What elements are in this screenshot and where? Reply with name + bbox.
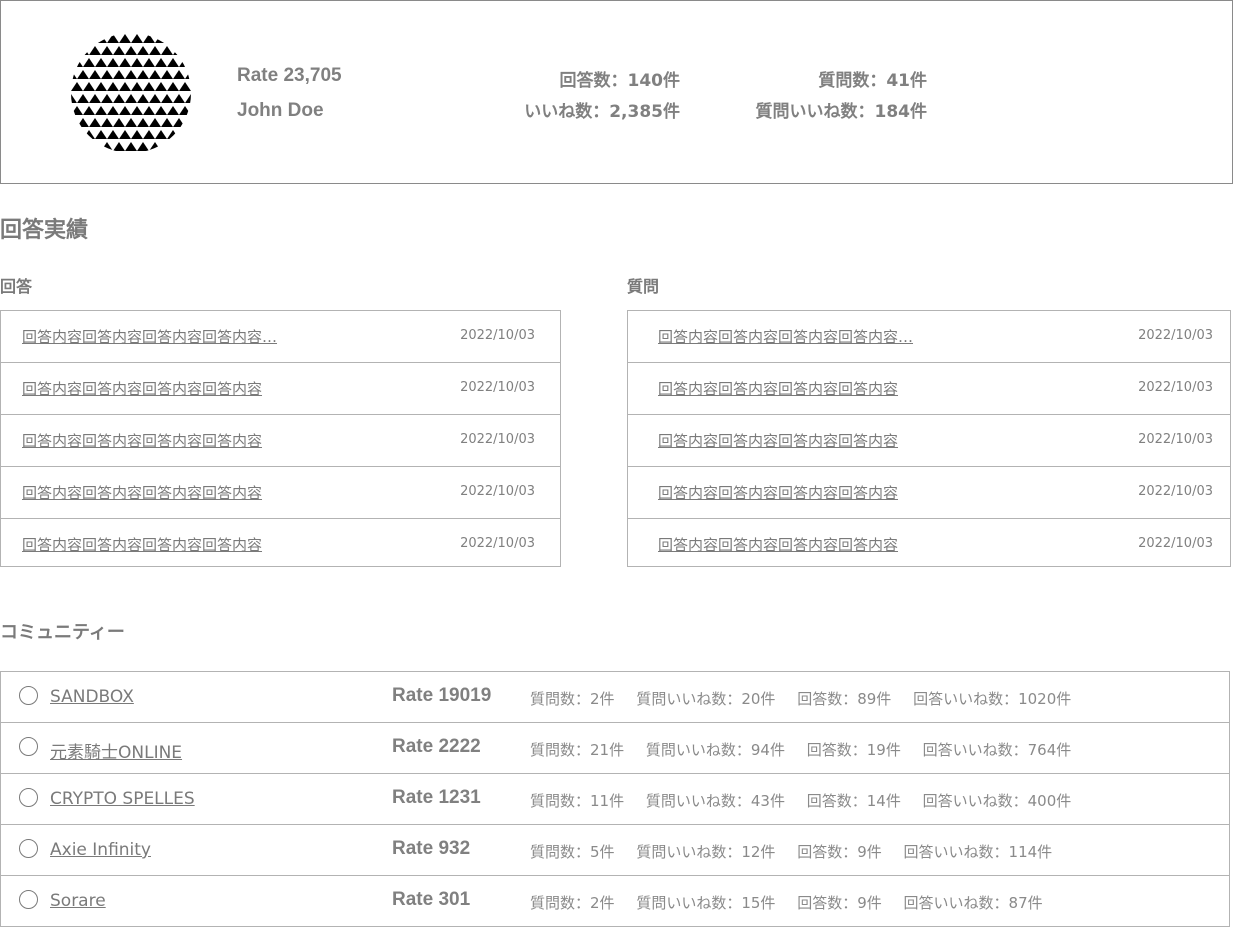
community-rate: Rate 19019 [392, 685, 492, 706]
community-stats: 質問数：2件 質問いいね数：15件 回答数：9件 回答いいね数：87件 [530, 892, 1060, 913]
radio-button[interactable] [19, 788, 38, 807]
community-row: Axie Infinity Rate 932 質問数：5件 質問いいね数：12件… [1, 825, 1229, 876]
questions-list: 回答内容回答内容回答内容回答内容… 2022/10/03 回答内容回答内容回答内… [627, 310, 1231, 567]
community-question-like-count: 質問いいね数：43件 [645, 792, 785, 810]
answer-link[interactable]: 回答内容回答内容回答内容回答内容 [22, 378, 262, 399]
community-rate: Rate 932 [392, 838, 471, 859]
question-date: 2022/10/03 [1138, 380, 1213, 395]
community-question-count: 質問数：11件 [530, 792, 625, 810]
answer-date: 2022/10/03 [460, 432, 535, 447]
list-item: 回答内容回答内容回答内容回答内容 2022/10/03 [628, 519, 1230, 570]
achievements-title: 回答実績 [0, 218, 89, 243]
community-list: SANDBOX Rate 19019 質問数：2件 質問いいね数：20件 回答数… [0, 671, 1230, 927]
community-answer-count: 回答数：89件 [797, 690, 892, 708]
answer-date: 2022/10/03 [460, 484, 535, 499]
question-date: 2022/10/03 [1138, 432, 1213, 447]
radio-button[interactable] [19, 839, 38, 858]
list-item: 回答内容回答内容回答内容回答内容 2022/10/03 [628, 467, 1230, 519]
question-link[interactable]: 回答内容回答内容回答内容回答内容 [658, 378, 898, 399]
question-date: 2022/10/03 [1138, 328, 1213, 343]
answers-heading: 回答 [0, 277, 33, 296]
question-date: 2022/10/03 [1138, 536, 1213, 551]
community-row: Sorare Rate 301 質問数：2件 質問いいね数：15件 回答数：9件… [1, 876, 1229, 926]
community-answer-count: 回答数：9件 [797, 894, 882, 912]
list-item: 回答内容回答内容回答内容回答内容… 2022/10/03 [628, 311, 1230, 363]
community-stats: 質問数：11件 質問いいね数：43件 回答数：14件 回答いいね数：400件 [530, 790, 1088, 811]
community-answer-like-count: 回答いいね数：764件 [922, 741, 1072, 759]
user-rate: Rate 23,705 [237, 65, 342, 86]
answer-link[interactable]: 回答内容回答内容回答内容回答内容 [22, 482, 262, 503]
answer-date: 2022/10/03 [460, 380, 535, 395]
list-item: 回答内容回答内容回答内容回答内容 2022/10/03 [1, 415, 560, 467]
radio-button[interactable] [19, 737, 38, 756]
answer-link[interactable]: 回答内容回答内容回答内容回答内容 [22, 430, 262, 451]
community-title: コミュニティー [0, 622, 125, 643]
community-answer-like-count: 回答いいね数：87件 [903, 894, 1043, 912]
radio-button[interactable] [19, 686, 38, 705]
community-stats: 質問数：5件 質問いいね数：12件 回答数：9件 回答いいね数：114件 [530, 841, 1069, 862]
user-name: John Doe [237, 100, 324, 121]
list-item: 回答内容回答内容回答内容回答内容… 2022/10/03 [1, 311, 560, 363]
list-item: 回答内容回答内容回答内容回答内容 2022/10/03 [628, 415, 1230, 467]
community-row: CRYPTO SPELLES Rate 1231 質問数：11件 質問いいね数：… [1, 774, 1229, 825]
question-link[interactable]: 回答内容回答内容回答内容回答内容 [658, 534, 898, 555]
list-item: 回答内容回答内容回答内容回答内容 2022/10/03 [1, 363, 560, 415]
community-answer-count: 回答数：19件 [806, 741, 901, 759]
community-answer-like-count: 回答いいね数：1020件 [913, 690, 1072, 708]
profile-card: Rate 23,705 John Doe 回答数：140件 質問数：41件 いい… [0, 0, 1233, 184]
community-question-like-count: 質問いいね数：15件 [636, 894, 776, 912]
community-answer-count: 回答数：14件 [806, 792, 901, 810]
question-link[interactable]: 回答内容回答内容回答内容回答内容… [658, 326, 913, 347]
community-answer-like-count: 回答いいね数：400件 [922, 792, 1072, 810]
answers-list: 回答内容回答内容回答内容回答内容… 2022/10/03 回答内容回答内容回答内… [0, 310, 561, 567]
like-count-stat: いいね数：2,385件 [524, 102, 680, 122]
community-name-link[interactable]: Sorare [50, 891, 106, 911]
community-question-count: 質問数：21件 [530, 741, 625, 759]
community-rate: Rate 301 [392, 889, 471, 910]
community-answer-like-count: 回答いいね数：114件 [903, 843, 1053, 861]
community-question-count: 質問数：5件 [530, 843, 615, 861]
community-rate: Rate 2222 [392, 736, 481, 757]
question-date: 2022/10/03 [1138, 484, 1213, 499]
list-item: 回答内容回答内容回答内容回答内容 2022/10/03 [628, 363, 1230, 415]
radio-button[interactable] [19, 890, 38, 909]
list-item: 回答内容回答内容回答内容回答内容 2022/10/03 [1, 519, 560, 570]
questions-heading: 質問 [627, 277, 660, 296]
answer-count-stat: 回答数：140件 [559, 71, 681, 91]
community-question-count: 質問数：2件 [530, 894, 615, 912]
list-item: 回答内容回答内容回答内容回答内容 2022/10/03 [1, 467, 560, 519]
community-name-link[interactable]: Axie Infinity [50, 840, 151, 860]
answer-date: 2022/10/03 [460, 328, 535, 343]
community-name-link[interactable]: CRYPTO SPELLES [50, 789, 195, 809]
answer-link[interactable]: 回答内容回答内容回答内容回答内容 [22, 534, 262, 555]
community-stats: 質問数：2件 質問いいね数：20件 回答数：89件 回答いいね数：1020件 [530, 688, 1088, 709]
community-answer-count: 回答数：9件 [797, 843, 882, 861]
community-question-like-count: 質問いいね数：20件 [636, 690, 776, 708]
question-count-stat: 質問数：41件 [818, 71, 927, 91]
community-question-like-count: 質問いいね数：12件 [636, 843, 776, 861]
community-row: SANDBOX Rate 19019 質問数：2件 質問いいね数：20件 回答数… [1, 672, 1229, 723]
question-link[interactable]: 回答内容回答内容回答内容回答内容 [658, 482, 898, 503]
question-link[interactable]: 回答内容回答内容回答内容回答内容 [658, 430, 898, 451]
community-name-link[interactable]: 元素騎士ONLINE [50, 738, 182, 763]
answer-date: 2022/10/03 [460, 536, 535, 551]
community-name-link[interactable]: SANDBOX [50, 687, 134, 707]
community-question-count: 質問数：2件 [530, 690, 615, 708]
question-like-count-stat: 質問いいね数：184件 [755, 102, 928, 122]
community-question-like-count: 質問いいね数：94件 [645, 741, 785, 759]
community-rate: Rate 1231 [392, 787, 481, 808]
community-row: 元素騎士ONLINE Rate 2222 質問数：21件 質問いいね数：94件 … [1, 723, 1229, 774]
community-stats: 質問数：21件 質問いいね数：94件 回答数：19件 回答いいね数：764件 [530, 739, 1088, 760]
answer-link[interactable]: 回答内容回答内容回答内容回答内容… [22, 326, 277, 347]
avatar [71, 34, 191, 151]
